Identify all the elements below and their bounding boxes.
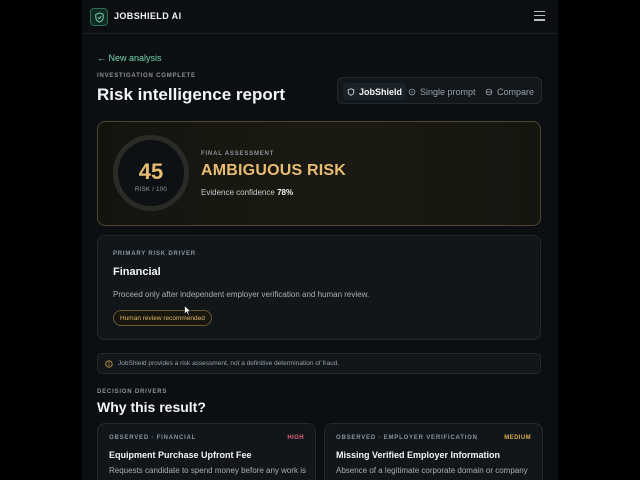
new-analysis-link[interactable]: ← New analysis [97,53,162,63]
primary-driver-description: Proceed only after independent employer … [113,290,370,299]
decision-drivers-title: Why this result? [97,399,206,415]
tab-single-prompt[interactable]: Single prompt [404,83,480,100]
tab-compare[interactable]: Compare [481,83,538,100]
primary-risk-driver-card: PRIMARY RISK DRIVER Financial Proceed on… [97,235,541,340]
circle-icon [408,88,416,96]
shield-check-icon[interactable] [90,8,108,26]
final-assessment-label: FINAL ASSESSMENT [201,151,275,157]
risk-score: 45 [138,159,164,184]
primary-driver-label: PRIMARY RISK DRIVER [113,251,196,257]
mode-switch: JobShield Single prompt Compare [337,77,542,104]
brand-name[interactable]: JOBSHIELD AI [114,11,181,21]
driver-description: Requests candidate to spend money before… [109,466,307,475]
driver-title: Missing Verified Employer Information [336,450,501,460]
confidence-value: 78% [277,188,294,197]
top-bar: JOBSHIELD AI [82,0,558,34]
tab-label: JobShield [359,86,403,97]
confidence-label: Evidence confidence [201,188,275,197]
disclaimer-text: JobShield provides a risk assessment, no… [118,360,340,367]
driver-category: OBSERVED · EMPLOYER VERIFICATION [336,435,478,441]
human-review-badge: Human review recommended [113,310,212,326]
driver-category: OBSERVED · FINANCIAL [109,435,197,441]
hamburger-menu-icon[interactable] [534,11,545,21]
disclaimer-notice: JobShield provides a risk assessment, no… [97,353,541,374]
driver-title: Equipment Purchase Upfront Fee [109,450,252,460]
tab-label: Single prompt [420,86,476,97]
risk-score-scale: RISK / 100 [134,187,167,193]
page-title: Risk intelligence report [97,85,285,104]
risk-verdict: AMBIGUOUS RISK [201,162,347,179]
risk-score-gauge: 45 RISK / 100 [113,135,189,211]
tab-label: Compare [497,86,535,97]
final-assessment-card: 45 RISK / 100 FINAL ASSESSMENT AMBIGUOUS… [97,121,541,226]
compare-icon [485,88,493,96]
mouse-cursor-icon [184,303,192,321]
app-window: JOBSHIELD AI ← New analysis INVESTIGATIO… [82,0,558,480]
shield-icon [347,87,355,96]
info-icon [105,359,113,368]
primary-driver-title: Financial [113,266,161,278]
status-label: INVESTIGATION COMPLETE [97,73,196,79]
driver-card-financial[interactable]: OBSERVED · FINANCIAL HIGH Equipment Purc… [97,423,316,480]
tab-jobshield[interactable]: JobShield [343,83,407,100]
severity-badge: HIGH [287,435,304,441]
evidence-confidence: Evidence confidence 78% [201,188,293,197]
severity-badge: MEDIUM [504,435,531,441]
decision-drivers-label: DECISION DRIVERS [97,389,168,395]
driver-card-employer-verification[interactable]: OBSERVED · EMPLOYER VERIFICATION MEDIUM … [324,423,543,480]
driver-description: Absence of a legitimate corporate domain… [336,466,528,475]
